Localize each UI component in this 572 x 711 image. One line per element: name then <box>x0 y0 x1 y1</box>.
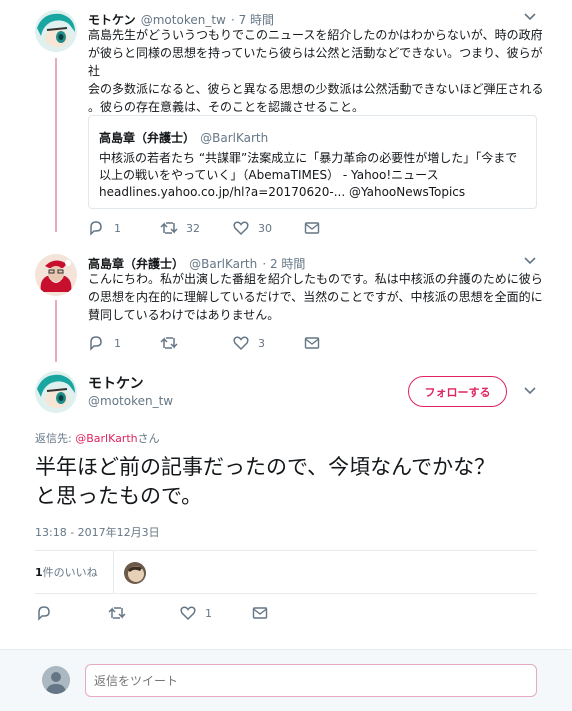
like-button[interactable]: 3 <box>233 335 265 351</box>
likes-stat-count: 1 <box>35 566 43 579</box>
direct-message-button[interactable] <box>252 605 268 621</box>
follow-button[interactable]: フォローする <box>408 376 507 407</box>
quoted-author-handle: @BarlKarth <box>200 131 269 145</box>
tweet1-text: 高島先生がどういうつもりでこのニュースを紹介したのかはわからないが、時の政府 が… <box>88 26 548 116</box>
liker-avatar[interactable] <box>124 562 146 584</box>
quoted-text-line: 以上の戦いをやっていく」（AbemaTIMES） - Yahoo!ニュース <box>99 168 439 182</box>
main-text-line: と思ったもので。 <box>35 484 203 508</box>
reply-to-user-link[interactable]: @BarlKarth <box>75 432 137 445</box>
author-handle[interactable]: @BarlKarth <box>189 257 257 271</box>
like-count: 3 <box>258 336 265 350</box>
likes-stat-label: 件のいいね <box>42 566 98 579</box>
tweet-time[interactable]: · 7 時間 <box>231 13 274 27</box>
main-actions: 1 <box>36 605 286 623</box>
quoted-text-line: 中核派の若者たち “共謀罪”法案成立に「暴力革命の必要性が増した」「今まで <box>99 151 518 165</box>
reply-count: 1 <box>114 336 121 350</box>
retweet-count: 32 <box>186 221 200 235</box>
thread-line-bottom <box>55 300 57 362</box>
chevron-down-icon[interactable] <box>523 386 537 396</box>
direct-message-button[interactable] <box>304 220 320 236</box>
reply-button[interactable]: 1 <box>88 220 121 236</box>
like-button[interactable]: 30 <box>233 220 272 236</box>
reply-to-prefix: 返信先: <box>35 432 76 445</box>
author-name[interactable]: 高島章（弁護士） <box>88 257 184 271</box>
reply-to-context: 返信先: @BarlKarthさん <box>35 430 160 446</box>
quoted-author-name: 高島章（弁護士） <box>99 131 196 145</box>
tweet-text-line: こんにちわ。私が出演した番組を紹介したものです。私は中核派の弁護のために彼ら <box>88 272 543 286</box>
divider <box>35 593 537 594</box>
retweet-button[interactable] <box>108 605 134 621</box>
chevron-down-icon[interactable] <box>523 12 537 22</box>
reply-composer <box>0 649 572 711</box>
default-avatar-icon <box>42 666 70 694</box>
tweet-time[interactable]: · 2 時間 <box>262 257 305 271</box>
author-name[interactable]: モトケン <box>88 13 136 27</box>
retweet-icon <box>160 337 178 349</box>
retweet-button[interactable]: 32 <box>160 220 200 236</box>
tweet-text-line: が彼らと同様の思想を持っていたら彼らは公然と活動などできない。つまり、彼らが社 <box>88 46 543 78</box>
chevron-down-icon[interactable] <box>523 256 537 266</box>
avatar-motoken-main[interactable] <box>35 371 77 413</box>
tweet-text-line: 会の多数派になると、彼らと異なる思想の少数派は公然活動できないほど弾圧される <box>88 82 544 96</box>
main-text-line: 半年ほど前の記事だったので、今頃なんでかな？ <box>35 455 496 479</box>
heart-icon <box>180 606 196 621</box>
main-author-handle[interactable]: @motoken_tw <box>88 394 173 408</box>
quoted-tweet[interactable]: 高島章（弁護士） @BarlKarth 中核派の若者たち “共謀罪”法案成立に「… <box>88 115 537 209</box>
likes-stat[interactable]: 1件のいいね <box>35 564 98 580</box>
avatar-barlkarth[interactable] <box>35 254 77 296</box>
envelope-icon <box>304 222 320 234</box>
quoted-text-line: headlines.yahoo.co.jp/hl?a=20170620-... … <box>99 185 466 199</box>
tweet2-text: こんにちわ。私が出演した番組を紹介したものです。私は中核派の弁護のために彼ら の… <box>88 270 548 324</box>
reply-icon <box>90 336 102 351</box>
reply-input[interactable] <box>85 664 537 697</box>
envelope-icon <box>252 607 268 619</box>
stat-separator <box>113 551 114 593</box>
follow-button-label: フォローする <box>424 385 491 399</box>
reply-button[interactable] <box>36 605 62 621</box>
thread-line-top <box>55 58 57 232</box>
author-handle[interactable]: @motoken_tw <box>141 13 226 27</box>
heart-icon <box>233 336 249 351</box>
direct-message-button[interactable] <box>304 335 320 351</box>
tweet-text-line: 賛同しているわけではありません。 <box>88 308 280 322</box>
retweet-button[interactable] <box>160 335 186 351</box>
tweet-text-line: 高島先生がどういうつもりでこのニュースを紹介したのかはわからないが、時の政府 <box>88 28 543 42</box>
retweet-icon <box>108 607 126 619</box>
reply-icon <box>38 606 50 621</box>
like-count: 1 <box>205 606 212 620</box>
main-timestamp[interactable]: 13:18 - 2017年12月3日 <box>35 524 160 540</box>
reply-count: 1 <box>114 221 121 235</box>
like-button[interactable]: 1 <box>180 605 212 621</box>
divider <box>35 550 537 551</box>
reply-icon <box>90 221 102 236</box>
envelope-icon <box>304 337 320 349</box>
reply-button[interactable]: 1 <box>88 335 121 351</box>
like-count: 30 <box>258 221 272 235</box>
reply-to-suffix: さん <box>137 432 160 445</box>
tweet-text-line: 。彼らの存在意義は、そのことを認識させること。 <box>88 100 365 114</box>
avatar-motoken[interactable] <box>35 10 77 52</box>
retweet-icon <box>160 222 178 234</box>
tweet1-actions: 1 32 30 <box>88 220 338 238</box>
main-author-name[interactable]: モトケン <box>88 373 144 393</box>
heart-icon <box>233 221 249 236</box>
tweet2-actions: 1 3 <box>88 335 338 353</box>
main-tweet-text: 半年ほど前の記事だったので、今頃なんでかな？ と思ったもので。 <box>35 453 495 511</box>
tweet-text-line: の思想を内在的に理解しているだけで、当然のことですが、中核派の思想を全面的に <box>88 290 543 304</box>
